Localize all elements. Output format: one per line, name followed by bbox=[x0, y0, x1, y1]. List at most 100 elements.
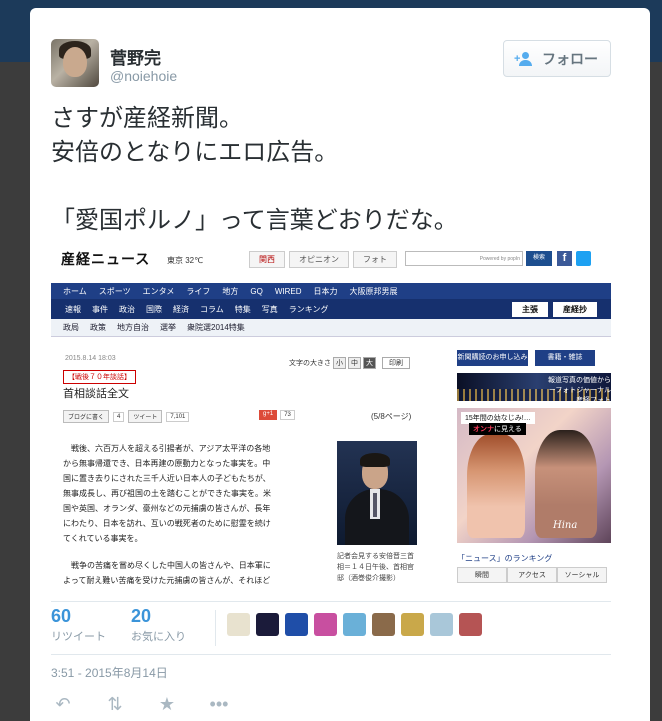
embedded-body: 戦後、六百万人を超える引揚者が、アジア太平洋の各地 から無事帰還でき、日本再建の… bbox=[63, 444, 271, 543]
embedded-body: 戦争の苦痛を嘗め尽くした中国人の皆さんや、日本軍に よって耐え難い苦痛を受けた元… bbox=[63, 561, 271, 585]
embedded-nav-item: ライフ bbox=[186, 286, 211, 296]
tweet-share: ツイート bbox=[128, 410, 163, 423]
embedded-weather: 東京 32℃ bbox=[167, 256, 204, 265]
embedded-nav-item: 国際 bbox=[146, 304, 162, 314]
stats-separator bbox=[215, 610, 216, 646]
embedded-subscribe-button: 新聞購読のお申し込み bbox=[457, 350, 528, 366]
embedded-nav-item: 選挙 bbox=[160, 323, 176, 332]
pattern-avatar[interactable] bbox=[343, 613, 366, 636]
embedded-date: 2015.8.14 18:03 bbox=[65, 355, 116, 362]
tweet-count: 7,101 bbox=[166, 411, 190, 422]
embedded-gplus: g+1 73 bbox=[259, 410, 295, 420]
facebook-icon: f bbox=[557, 251, 572, 266]
embedded-caption: 記者会見する安倍晋三首相＝１４日午後、首相官邸（酒巻俊介撮影） bbox=[337, 553, 414, 582]
favorite-count[interactable]: 20 bbox=[131, 606, 151, 627]
embedded-tab: オピニオン bbox=[289, 251, 349, 268]
follow-button[interactable]: + フォロー bbox=[503, 40, 611, 77]
embedded-nav-item: 政策 bbox=[90, 323, 106, 332]
embedded-nav-item: WIRED bbox=[274, 286, 302, 296]
blog-count: 4 bbox=[113, 411, 125, 422]
font-size-option: 大 bbox=[363, 357, 376, 369]
embedded-font-size: 文字の大きさ 小 中 大 印刷 bbox=[289, 357, 410, 369]
ranking-tab: 瞬間 bbox=[457, 567, 507, 583]
embedded-ad: 15年間の幼なじみ!… オンナに見える Hina bbox=[457, 408, 611, 543]
ranking-tab: アクセス bbox=[507, 567, 557, 583]
embedded-header: 産経ニュース 東京 32℃ 関西 オピニオン フォト Powered by po… bbox=[59, 247, 604, 269]
twitter-icon bbox=[576, 251, 591, 266]
embedded-nav-primary: ホーム スポーツ エンタメ ライフ 地方 GQ WIRED 日本力 大阪原邦男展 bbox=[51, 283, 611, 299]
embedded-nav-item: 衆院選2014特集 bbox=[187, 323, 245, 332]
follow-button-label: フォロー bbox=[542, 50, 598, 67]
embedded-books-button: 書籍・雑誌 bbox=[535, 350, 595, 366]
favoriter-avatars bbox=[227, 613, 482, 636]
embedded-nav-item: 地方 bbox=[222, 286, 239, 296]
embedded-nav-item: スポーツ bbox=[98, 286, 131, 296]
tweet-card: 菅野完 @noiehoie + フォロー さすが産経新聞。 安倍のとなりにエロ広… bbox=[30, 8, 650, 721]
embedded-nav-item: 地方自治 bbox=[117, 323, 149, 332]
embedded-ranking-title: 「ニュース」のランキング bbox=[457, 554, 553, 563]
embedded-nav-item: ホーム bbox=[63, 286, 87, 296]
embedded-social: ブログに書く 4 ツイート 7,101 bbox=[63, 410, 190, 423]
embedded-title: 首相談話全文 bbox=[63, 388, 129, 400]
embedded-nav-item: コラム bbox=[200, 304, 224, 314]
follow-user-icon: + bbox=[514, 51, 536, 66]
embedded-tabs: 関西 オピニオン フォト bbox=[249, 251, 397, 268]
divider bbox=[51, 654, 611, 655]
embedded-nav-item: ランキング bbox=[288, 304, 329, 314]
embedded-tab: フォト bbox=[353, 251, 397, 268]
embedded-tab: 関西 bbox=[249, 251, 285, 268]
anime-avatar[interactable] bbox=[401, 613, 424, 636]
chelsea-avatar[interactable] bbox=[285, 613, 308, 636]
retweet-icon[interactable]: ⇅ bbox=[103, 694, 127, 714]
embedded-search: Powered by popIn bbox=[405, 251, 523, 266]
ad-tag-highlight: オンナ bbox=[473, 426, 494, 433]
divider bbox=[51, 601, 611, 602]
panda-avatar[interactable] bbox=[227, 613, 250, 636]
embedded-nav-box: 産経抄 bbox=[553, 302, 597, 317]
ad-tag-secondary: オンナに見える bbox=[469, 423, 526, 435]
font-size-option: 中 bbox=[348, 357, 361, 369]
embedded-banner-text: 報道写真の価値から ーフォトジャーナル 産経フォト bbox=[548, 377, 611, 401]
favorite-label[interactable]: お気に入り bbox=[131, 628, 186, 644]
dark-avatar[interactable] bbox=[256, 613, 279, 636]
embedded-nav-secondary: 速報 事件 政治 国際 経済 コラム 特集 写真 ランキング 主張 産経抄 bbox=[51, 299, 611, 319]
user-handle[interactable]: @noiehoie bbox=[110, 68, 177, 84]
embedded-search-button: 検索 bbox=[526, 251, 552, 266]
tweet-timestamp[interactable]: 3:51 - 2015年8月14日 bbox=[51, 664, 168, 681]
red-avatar[interactable] bbox=[459, 613, 482, 636]
embedded-nav-item: 政局 bbox=[63, 323, 79, 332]
reply-icon[interactable]: ↶ bbox=[51, 694, 75, 714]
gplus-count: 73 bbox=[280, 410, 295, 420]
more-icon[interactable]: ••• bbox=[207, 694, 231, 714]
tweet-text: さすが産経新聞。 安倍のとなりにエロ広告。 「愛国ポルノ」って言葉どおりだな。 bbox=[51, 105, 458, 234]
embedded-nav-item: 特集 bbox=[234, 304, 251, 314]
font-size-label: 文字の大きさ bbox=[289, 360, 331, 367]
ranking-tab: ソーシャル bbox=[557, 567, 607, 583]
user-name[interactable]: 菅野完 bbox=[110, 44, 161, 69]
print-label: 印刷 bbox=[382, 357, 410, 369]
ad-signature: Hina bbox=[553, 520, 578, 531]
person-avatar[interactable] bbox=[372, 613, 395, 636]
embedded-nav-item: 政治 bbox=[119, 304, 135, 314]
retweet-count[interactable]: 60 bbox=[51, 606, 71, 627]
embedded-logo: 産経ニュース bbox=[61, 251, 151, 267]
embedded-nav-item: 事件 bbox=[92, 304, 108, 314]
pink-avatar[interactable] bbox=[314, 613, 337, 636]
embedded-nav-item: 速報 bbox=[65, 304, 81, 314]
embedded-nav-item: 日本力 bbox=[313, 286, 338, 296]
user-avatar[interactable] bbox=[51, 39, 99, 87]
tweet-image[interactable]: 産経ニュース 東京 32℃ 関西 オピニオン フォト Powered by po… bbox=[51, 243, 611, 588]
favorite-icon[interactable]: ★ bbox=[155, 694, 179, 714]
embedded-nav-tertiary: 政局 政策 地方自治 選挙 衆院選2014特集 bbox=[51, 319, 611, 337]
embedded-nav-item: GQ bbox=[250, 286, 263, 296]
embedded-banner: 報道写真の価値から ーフォトジャーナル 産経フォト bbox=[457, 373, 611, 401]
embedded-nav-item: 写真 bbox=[261, 304, 278, 314]
embedded-category: 【戦後７０年談話】 bbox=[63, 370, 136, 384]
blog-share: ブログに書く bbox=[63, 410, 110, 423]
gplus-share: g+1 bbox=[259, 410, 278, 420]
embedded-nav-box: 主張 bbox=[512, 302, 548, 317]
retweet-label[interactable]: リツイート bbox=[51, 628, 106, 644]
beach-avatar[interactable] bbox=[430, 613, 453, 636]
tweet-actions: ↶ ⇅ ★ ••• bbox=[51, 694, 231, 714]
embedded-pages: (5/8ページ) bbox=[371, 412, 412, 421]
